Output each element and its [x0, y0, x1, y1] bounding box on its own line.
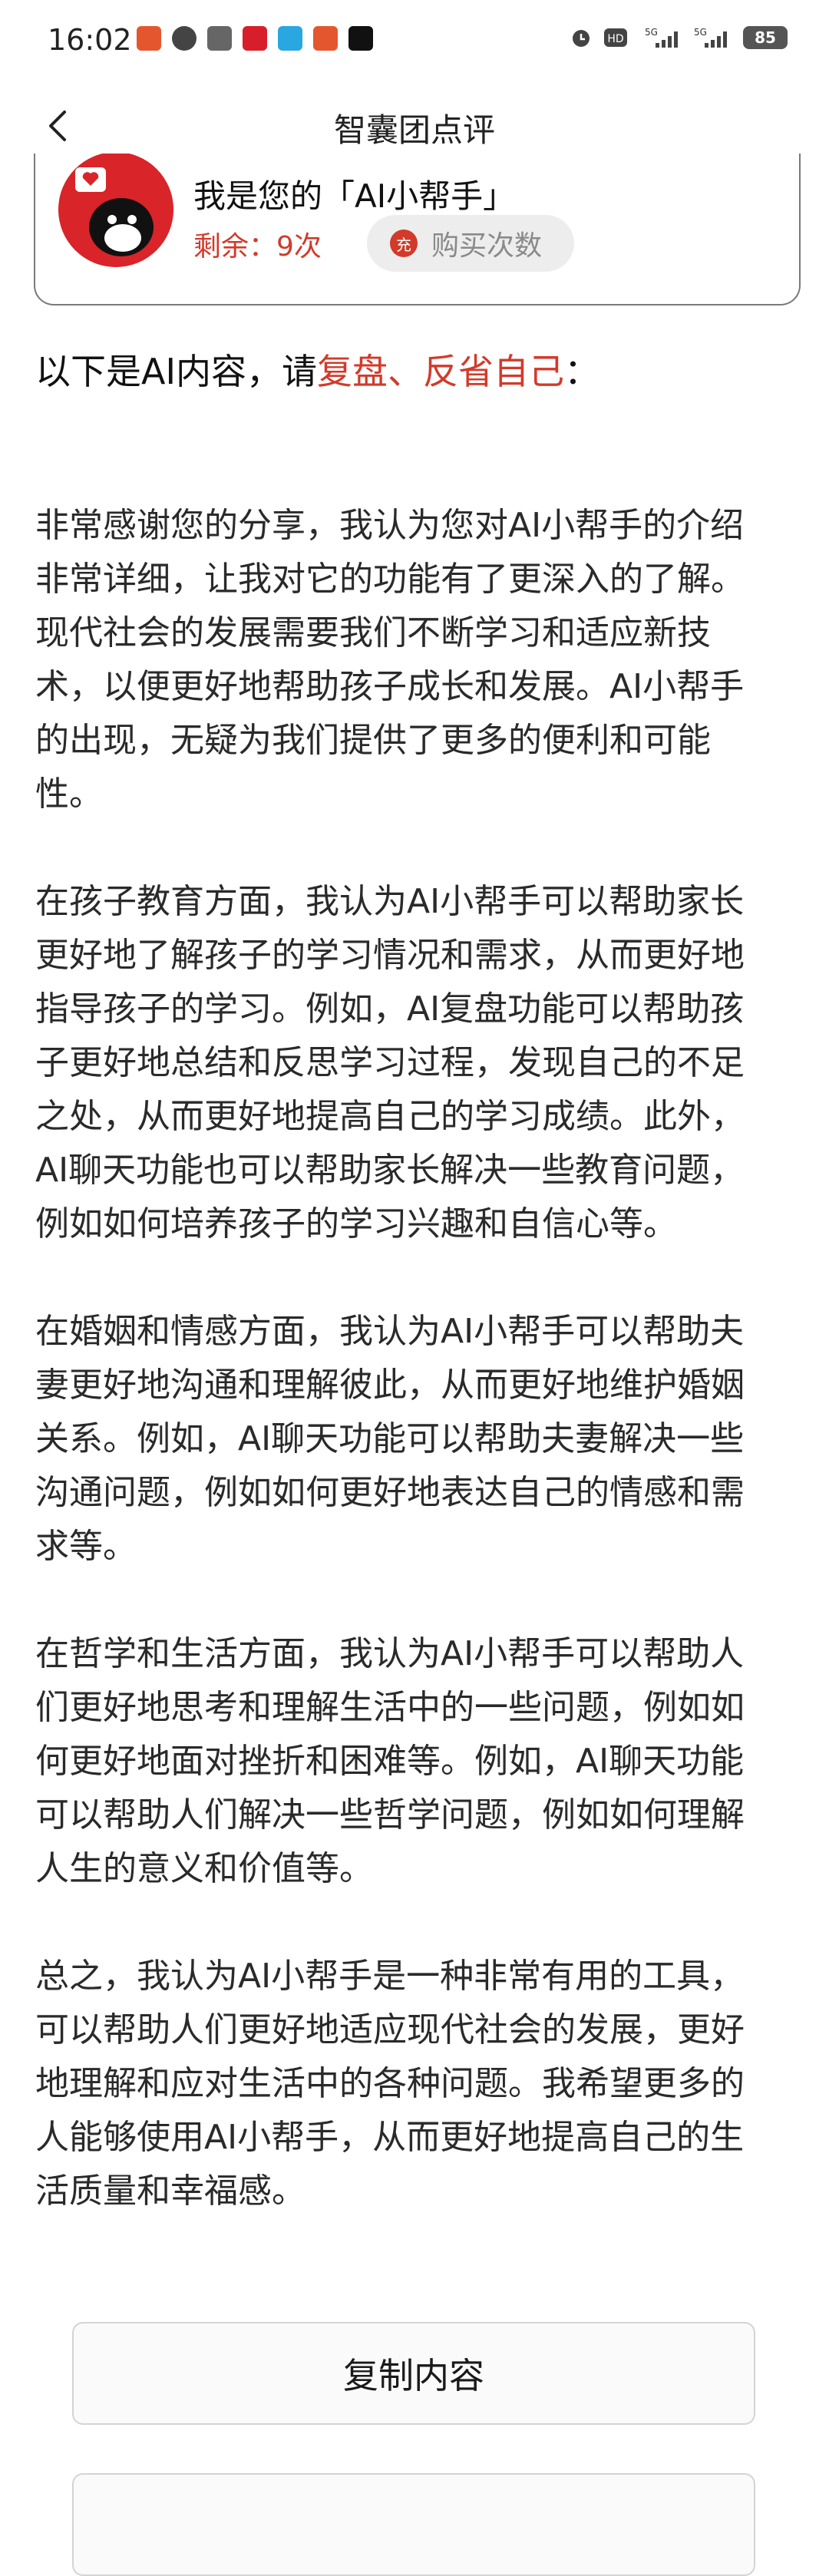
status-time: 16:02	[48, 23, 132, 57]
app-notification-icon	[313, 26, 338, 51]
app-notification-icon	[207, 26, 232, 51]
ai-content-body: 非常感谢您的分享，我认为您对AI小帮手的介绍非常详细，让我对它的功能有了更深入的…	[35, 499, 772, 2272]
ai-content-intro: 以下是AI内容，请复盘、反省自己：	[35, 344, 599, 395]
helper-intro-text: 我是您的「AI小帮手」	[193, 177, 516, 215]
remaining-count: 剩余：9次	[193, 231, 322, 263]
buy-times-label: 购买次数	[431, 230, 543, 262]
signal-5g-icon: 5G	[645, 26, 683, 49]
alarm-icon	[570, 26, 593, 49]
app-notification-icon	[348, 26, 373, 51]
top-nav-bar: 智囊团点评	[0, 91, 829, 163]
page-title: 智囊团点评	[333, 111, 495, 149]
app-notification-icon	[278, 26, 302, 51]
svg-text:5G: 5G	[645, 27, 658, 38]
app-notification-icon	[137, 26, 161, 51]
content-paragraph: 在孩子教育方面，我认为AI小帮手可以帮助家长更好地了解孩子的学习情况和需求，从而…	[35, 882, 745, 1243]
intro-suffix: ：	[564, 351, 600, 392]
hd-icon: HD	[603, 26, 634, 49]
app-notification-icon	[243, 26, 267, 51]
content-paragraph: 非常感谢您的分享，我认为您对AI小帮手的介绍非常详细，让我对它的功能有了更深入的…	[35, 506, 745, 814]
intro-highlight: 复盘、反省自己	[317, 351, 565, 392]
app-notification-icon	[172, 26, 197, 51]
secondary-action-button[interactable]	[72, 2473, 755, 2576]
status-bar: 16:02 HD 5G 5G 85	[0, 0, 829, 91]
content-paragraph: 在婚姻和情感方面，我认为AI小帮手可以帮助夫妻更好地沟通和理解彼此，从而更好地维…	[35, 1312, 745, 1566]
content-paragraph: 在哲学和生活方面，我认为AI小帮手可以帮助人们更好地思考和理解生活中的一些问题，…	[35, 1634, 745, 1888]
content-paragraph: 总之，我认为AI小帮手是一种非常有用的工具，可以帮助人们更好地适应现代社会的发展…	[35, 1957, 745, 2211]
battery-icon: 85	[743, 26, 788, 49]
buy-times-button[interactable]: 充 购买次数	[367, 215, 574, 272]
status-right: HD 5G 5G 85	[570, 26, 788, 49]
recharge-icon: 充	[390, 230, 418, 257]
svg-text:5G: 5G	[694, 27, 707, 38]
ai-helper-card: 我是您的「AI小帮手」 剩余：9次 充 购买次数	[34, 154, 801, 305]
svg-text:HD: HD	[607, 33, 623, 45]
notification-icons	[137, 26, 373, 51]
avatar	[58, 154, 173, 267]
intro-prefix: 以下是AI内容，请	[35, 351, 318, 392]
signal-5g-icon: 5G	[694, 26, 732, 49]
copy-content-button[interactable]: 复制内容	[72, 2322, 755, 2425]
